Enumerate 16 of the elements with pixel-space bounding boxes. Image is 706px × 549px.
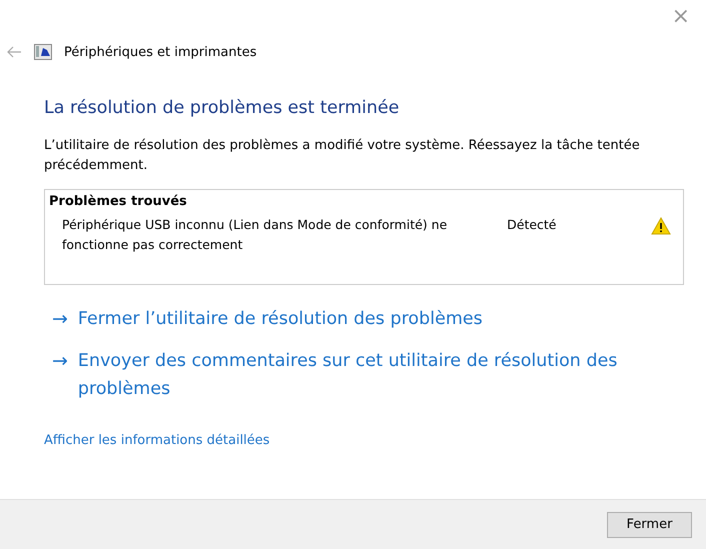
panel-title: Problèmes trouvés [49,194,188,209]
close-button[interactable]: × [668,4,694,30]
devices-icon [34,44,52,60]
window-title: Périphériques et imprimantes [64,44,257,60]
action-link[interactable]: Envoyer des commentaires sur cet utilitaire de résolution des problèmes [78,347,618,403]
details-link[interactable]: Afficher les informations détaillées [44,433,270,448]
problem-name: Périphérique USB inconnu (Lien dans Mode de conformité) ne fonctionne pas correctement [62,216,448,254]
close-dialog-button[interactable]: Fermer [607,512,692,538]
description-text: L’utilitaire de résolution des problèmes a modifié votre système. Réessayez la tâche tentée précédemment. [44,137,641,175]
arrow-icon: → [52,347,68,403]
warning-icon [651,217,671,235]
heading: La résolution de problèmes est terminée [44,98,400,118]
problem-status: Détecté [507,216,558,234]
arrow-icon: → [52,305,68,333]
action-link[interactable]: Fermer l’utilitaire de résolution des problèmes [78,305,483,333]
back-arrow-icon[interactable] [6,46,22,58]
